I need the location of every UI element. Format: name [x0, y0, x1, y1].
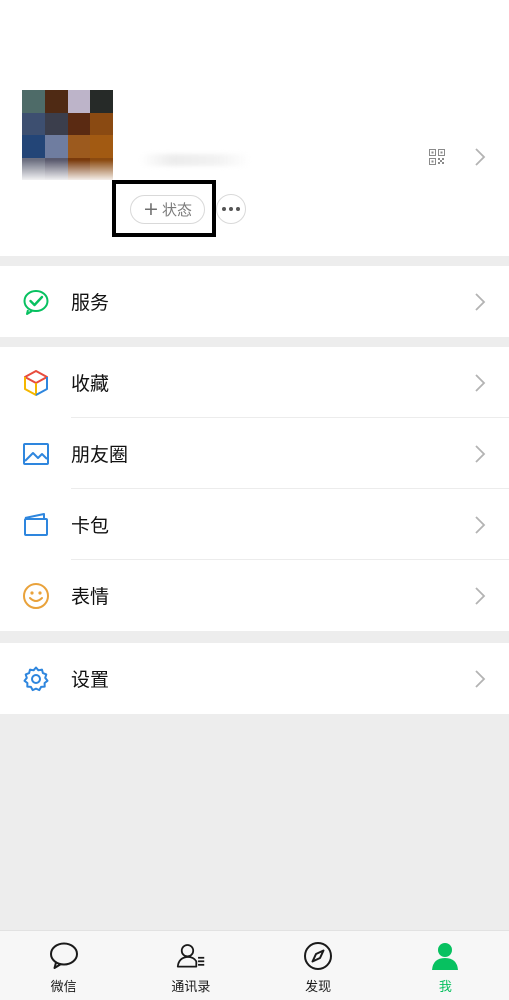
menu-item-favorites[interactable]: 收藏 — [0, 347, 509, 418]
sticker-smiley-icon — [22, 582, 50, 610]
service-icon — [22, 288, 50, 316]
tab-discover[interactable]: 发现 — [255, 931, 382, 1000]
settings-gear-icon — [22, 665, 50, 693]
qr-code-icon[interactable] — [429, 149, 445, 165]
dot-icon — [222, 207, 226, 211]
more-button[interactable] — [216, 194, 246, 224]
tab-contacts[interactable]: 通讯录 — [127, 931, 254, 1000]
tab-label: 发现 — [305, 980, 332, 995]
chevron-right-icon — [475, 515, 486, 534]
avatar-pixel — [44, 135, 68, 158]
nickname-obscured — [140, 154, 250, 166]
person-icon — [430, 941, 460, 971]
menu-item-services[interactable]: 服务 — [0, 266, 509, 337]
highlight-box — [112, 180, 216, 237]
chevron-right-icon[interactable] — [474, 147, 486, 167]
menu-item-label: 收藏 — [71, 373, 110, 395]
chat-bubble-icon — [49, 941, 79, 971]
menu-group-services: 服务 — [0, 266, 509, 337]
menu-item-label: 设置 — [71, 669, 110, 691]
menu-item-label: 表情 — [71, 586, 110, 608]
avatar-pixel — [67, 135, 91, 158]
avatar-fade — [22, 160, 113, 182]
dot-icon — [229, 207, 233, 211]
profile-header: + 状态 — [0, 0, 509, 256]
tab-me[interactable]: 我 — [382, 931, 509, 1000]
chevron-right-icon — [475, 444, 486, 463]
tab-label: 微信 — [50, 980, 77, 995]
chevron-right-icon — [475, 669, 486, 688]
avatar-pixel — [67, 90, 91, 113]
avatar-pixel — [90, 135, 113, 158]
tab-chats[interactable]: 微信 — [0, 931, 127, 1000]
avatar-pixel — [67, 112, 91, 135]
bottom-tab-bar: 微信 通讯录 发现 我 — [0, 930, 509, 1000]
avatar-pixel — [44, 90, 68, 113]
compass-icon — [303, 941, 333, 971]
avatar-pixel — [44, 112, 68, 135]
dot-icon — [236, 207, 240, 211]
moments-picture-icon — [22, 440, 50, 468]
menu-item-moments[interactable]: 朋友圈 — [0, 418, 509, 489]
chevron-right-icon — [475, 292, 486, 311]
menu-item-stickers[interactable]: 表情 — [0, 560, 509, 631]
menu-item-settings[interactable]: 设置 — [0, 643, 509, 714]
chevron-right-icon — [475, 373, 486, 392]
favorites-cube-icon — [22, 369, 50, 397]
card-wallet-icon — [22, 511, 50, 539]
menu-item-label: 服务 — [71, 292, 110, 314]
menu-group-features: 收藏 朋友圈 卡包 表情 — [0, 347, 509, 631]
chevron-right-icon — [475, 586, 486, 605]
avatar-pixel — [22, 90, 45, 113]
menu-group-settings: 设置 — [0, 643, 509, 714]
menu-item-label: 卡包 — [71, 515, 110, 537]
menu-item-card-wallet[interactable]: 卡包 — [0, 489, 509, 560]
tab-label: 我 — [438, 980, 452, 995]
contacts-icon — [176, 941, 206, 971]
avatar-pixel — [22, 135, 45, 158]
avatar-pixel — [22, 112, 45, 135]
menu-item-label: 朋友圈 — [71, 444, 129, 466]
avatar-pixel — [90, 112, 113, 135]
avatar-pixel — [90, 90, 113, 113]
tab-label: 通讯录 — [171, 980, 211, 995]
